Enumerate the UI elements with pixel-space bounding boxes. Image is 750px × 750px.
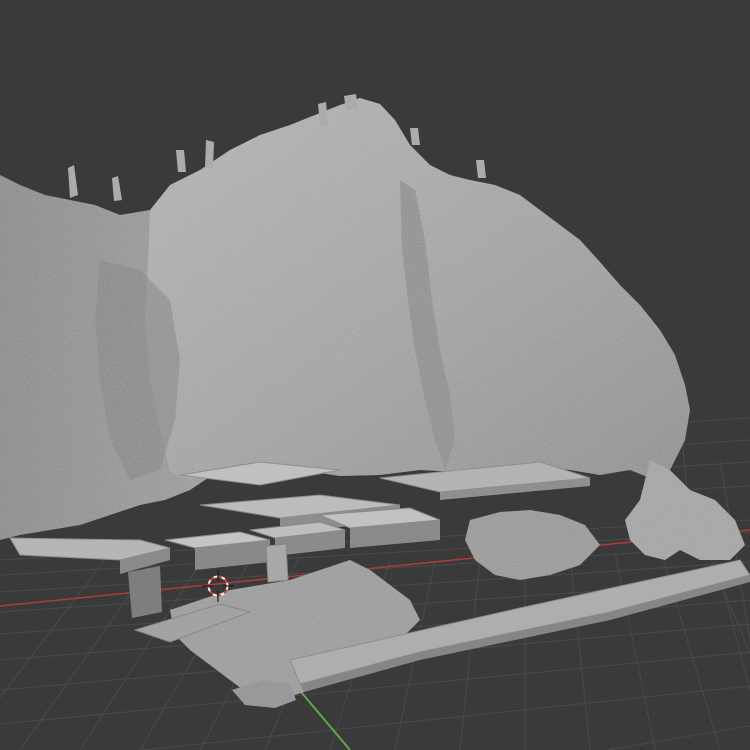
viewport-canvas[interactable] [0, 0, 750, 750]
wall-left [128, 566, 162, 618]
tower-small [265, 543, 289, 583]
3d-viewport[interactable] [0, 0, 750, 750]
